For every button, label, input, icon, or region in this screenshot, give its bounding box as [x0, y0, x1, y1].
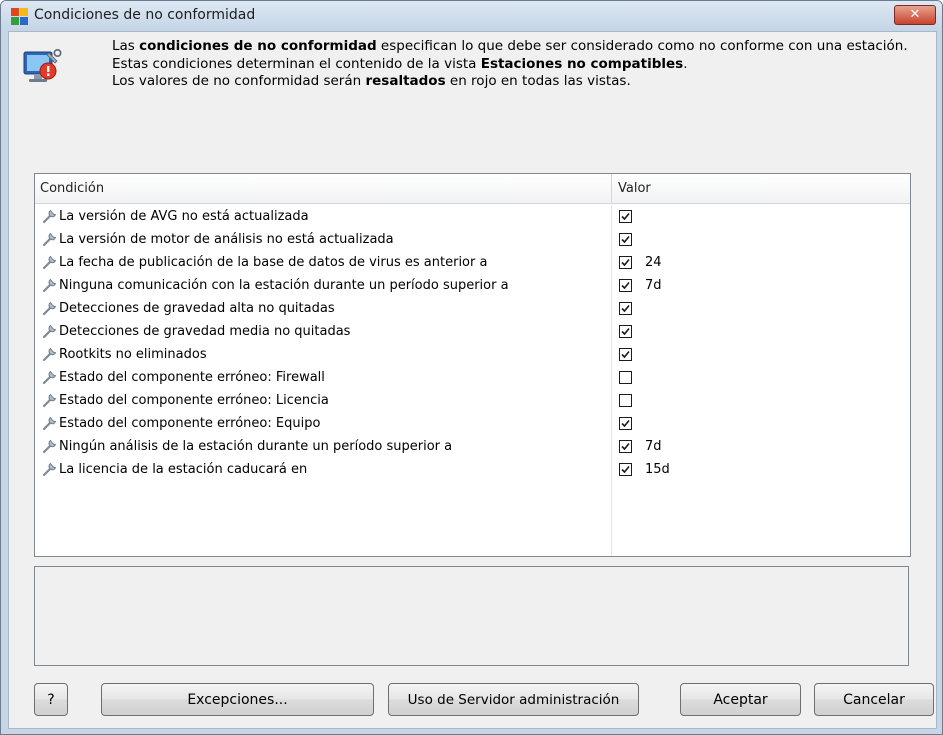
admin-server-usage-button[interactable]: Uso de Servidor administración: [388, 683, 639, 716]
condition-value[interactable]: 7d: [645, 439, 662, 454]
condition-label: Detecciones de gravedad alta no quitadas: [59, 301, 335, 316]
condition-label: Estado del componente erróneo: Equipo: [59, 416, 321, 431]
description-line-3: Los valores de no conformidad serán resa…: [112, 73, 631, 89]
exceptions-button[interactable]: Excepciones...: [101, 683, 374, 716]
conditions-table: Condición Valor La versión de AVG no est…: [34, 173, 911, 557]
column-divider[interactable]: [611, 174, 612, 203]
description-line-1: Las condiciones de no conformidad especi…: [112, 38, 908, 54]
wrench-icon: [42, 392, 58, 408]
accept-button[interactable]: Aceptar: [680, 683, 801, 716]
monitor-settings-warning-icon: [22, 47, 62, 87]
condition-label: Estado del componente erróneo: Licencia: [59, 393, 329, 408]
condition-checkbox[interactable]: [619, 210, 632, 223]
avg-logo-icon: [11, 8, 28, 25]
condition-checkbox[interactable]: [619, 463, 632, 476]
condition-checkbox[interactable]: [619, 233, 632, 246]
table-row[interactable]: La fecha de publicación de la base de da…: [35, 252, 910, 275]
window-title: Condiciones de no conformidad: [34, 7, 256, 23]
wrench-icon: [42, 323, 58, 339]
table-row[interactable]: Rootkits no eliminados: [35, 344, 910, 367]
table-row[interactable]: La versión de motor de análisis no está …: [35, 229, 910, 252]
condition-checkbox[interactable]: [619, 325, 632, 338]
condition-value[interactable]: 7d: [645, 278, 662, 293]
condition-value[interactable]: 15d: [645, 462, 670, 477]
table-row[interactable]: Detecciones de gravedad alta no quitadas: [35, 298, 910, 321]
wrench-icon: [42, 300, 58, 316]
table-row[interactable]: Estado del componente erróneo: Firewall: [35, 367, 910, 390]
condition-checkbox[interactable]: [619, 279, 632, 292]
table-row[interactable]: Estado del componente erróneo: Equipo: [35, 413, 910, 436]
table-row[interactable]: Detecciones de gravedad media no quitada…: [35, 321, 910, 344]
help-button[interactable]: ?: [34, 683, 68, 716]
condition-checkbox[interactable]: [619, 440, 632, 453]
dialog-window: Condiciones de no conformidad ✕ Las cond…: [0, 0, 943, 735]
wrench-icon: [42, 277, 58, 293]
column-header-value[interactable]: Valor: [618, 181, 651, 196]
condition-checkbox[interactable]: [619, 417, 632, 430]
title-bar[interactable]: Condiciones de no conformidad ✕: [1, 1, 942, 31]
wrench-icon: [42, 208, 58, 224]
column-header-condition[interactable]: Condición: [40, 181, 104, 196]
description-line-2: Estas condiciones determinan el contenid…: [112, 55, 688, 72]
condition-label: Estado del componente erróneo: Firewall: [59, 370, 325, 385]
table-row[interactable]: La licencia de la estación caducará en 15…: [35, 459, 910, 482]
wrench-icon: [42, 254, 58, 270]
condition-label: Ninguna comunicación con la estación dur…: [59, 278, 509, 293]
wrench-icon: [42, 415, 58, 431]
condition-label: La versión de motor de análisis no está …: [59, 232, 394, 247]
condition-label: Rootkits no eliminados: [59, 347, 207, 362]
description-text: Las condiciones de no conformidad especi…: [112, 38, 932, 91]
table-row[interactable]: Ningún análisis de la estación durante u…: [35, 436, 910, 459]
table-row[interactable]: Ninguna comunicación con la estación dur…: [35, 275, 910, 298]
condition-checkbox[interactable]: [619, 302, 632, 315]
condition-checkbox[interactable]: [619, 371, 632, 384]
condition-label: Ningún análisis de la estación durante u…: [59, 439, 453, 454]
wrench-icon: [42, 231, 58, 247]
wrench-icon: [42, 438, 58, 454]
close-button[interactable]: ✕: [894, 5, 936, 25]
condition-label: La versión de AVG no está actualizada: [59, 209, 309, 224]
condition-description-box: [34, 566, 909, 666]
condition-value[interactable]: 24: [645, 255, 662, 270]
condition-checkbox[interactable]: [619, 394, 632, 407]
table-header: Condición Valor: [35, 174, 910, 204]
table-row[interactable]: Estado del componente erróneo: Licencia: [35, 390, 910, 413]
condition-label: Detecciones de gravedad media no quitada…: [59, 324, 351, 339]
table-row[interactable]: La versión de AVG no está actualizada: [35, 206, 910, 229]
cancel-button[interactable]: Cancelar: [814, 683, 934, 716]
wrench-icon: [42, 346, 58, 362]
condition-checkbox[interactable]: [619, 348, 632, 361]
wrench-icon: [42, 461, 58, 477]
condition-label: La fecha de publicación de la base de da…: [59, 255, 488, 270]
condition-label: La licencia de la estación caducará en: [59, 462, 308, 477]
condition-checkbox[interactable]: [619, 256, 632, 269]
wrench-icon: [42, 369, 58, 385]
